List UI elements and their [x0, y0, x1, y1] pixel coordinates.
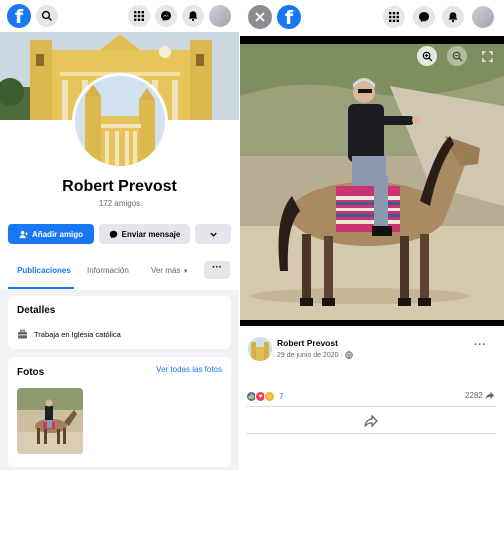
zoom-in-icon: [422, 51, 432, 61]
fullscreen-button[interactable]: [477, 46, 497, 66]
share-arrow-icon: [485, 391, 494, 400]
tabs-overflow-button[interactable]: ···: [204, 261, 230, 279]
details-card: Detalles Trabaja en Iglesia católica: [8, 296, 231, 349]
profile-tabs: Publicaciones Información Ver más ▼ ···: [0, 260, 239, 290]
post-date-text: 29 de junio de 2020 ·: [277, 351, 343, 359]
notifications-button[interactable]: [442, 6, 464, 28]
chevron-down-icon: [209, 232, 217, 237]
fullscreen-icon: [481, 50, 493, 62]
messenger-icon: [161, 11, 171, 21]
notifications-bell-icon: [448, 12, 458, 23]
post-options-button[interactable]: ···: [474, 339, 487, 351]
details-title: Detalles: [17, 305, 56, 316]
poster-avatar-image: [248, 337, 272, 361]
send-message-button[interactable]: Enviar mensaje: [99, 224, 190, 244]
close-icon: [255, 12, 265, 22]
photos-card: Fotos Ver todas las fotos: [8, 357, 231, 467]
poster-avatar[interactable]: [248, 337, 272, 361]
photos-title: Fotos: [17, 367, 45, 378]
profile-picture-image: [75, 76, 165, 166]
search-icon: [41, 10, 52, 21]
tab-info[interactable]: Información: [87, 266, 129, 275]
care-reaction-icon: ☺: [264, 391, 275, 402]
screenshot-stage: f Robert Prevost 172 amigos Añadir amigo…: [0, 0, 504, 535]
poster-name[interactable]: Robert Prevost: [277, 338, 338, 348]
tab-more-label: Ver más: [151, 266, 181, 275]
profile-page: f Robert Prevost 172 amigos Añadir amigo…: [0, 0, 239, 470]
menu-grid-icon: [389, 12, 399, 22]
friends-count[interactable]: 172 amigos: [0, 199, 239, 208]
work-detail: Trabaja en Iglesia católica: [17, 329, 121, 340]
menu-button[interactable]: [128, 5, 150, 27]
profile-picture[interactable]: [72, 73, 168, 169]
see-all-photos-link[interactable]: Ver todas las fotos: [156, 365, 222, 374]
globe-icon: [345, 351, 353, 359]
profile-name: Robert Prevost: [62, 178, 177, 195]
share-count-text: 2282: [465, 391, 483, 400]
top-bar: f: [0, 0, 239, 32]
zoom-out-icon: [452, 51, 462, 61]
tab-more[interactable]: Ver más ▼: [151, 266, 189, 275]
notifications-bell-icon: [188, 11, 198, 22]
account-avatar[interactable]: [472, 6, 494, 28]
facebook-logo-letter: f: [284, 7, 294, 29]
messenger-button[interactable]: [155, 5, 177, 27]
tab-posts[interactable]: Publicaciones: [17, 266, 71, 275]
more-actions-button[interactable]: [195, 224, 231, 244]
zoom-in-button[interactable]: [417, 46, 437, 66]
facebook-logo[interactable]: f: [277, 5, 301, 29]
reaction-count: 7: [279, 392, 284, 401]
briefcase-icon: [18, 329, 27, 339]
messenger-icon: [109, 230, 117, 238]
work-detail-text: Trabaja en Iglesia católica: [34, 330, 121, 339]
horse-rider-thumbnail-image: [17, 388, 83, 454]
account-avatar[interactable]: [209, 5, 231, 27]
post-date[interactable]: 29 de junio de 2020 ·: [277, 351, 353, 359]
caret-down-icon: ▼: [182, 269, 189, 275]
photo-display[interactable]: [240, 36, 504, 326]
reactions-summary[interactable]: 👍 ♥ ☺ 7: [246, 391, 283, 402]
facebook-logo-letter: f: [14, 6, 24, 28]
add-friend-button[interactable]: Añadir amigo: [8, 224, 94, 244]
share-button[interactable]: [363, 413, 379, 429]
photo-viewer: f Robert Prevost 29 de junio de 2020 · ·…: [240, 0, 504, 470]
messenger-icon: [419, 12, 429, 22]
share-count[interactable]: 2282: [465, 391, 494, 400]
photo-thumbnail[interactable]: [17, 388, 83, 454]
menu-grid-icon: [134, 11, 144, 21]
horse-rider-photo: [240, 36, 504, 326]
messenger-button[interactable]: [413, 6, 435, 28]
viewer-top-bar: f: [240, 0, 504, 34]
close-viewer-button[interactable]: [248, 5, 272, 29]
active-tab-indicator: [8, 287, 74, 289]
post-divider-top: [246, 406, 496, 407]
send-message-label: Enviar mensaje: [121, 229, 181, 239]
zoom-out-button[interactable]: [447, 46, 467, 66]
search-button[interactable]: [36, 5, 58, 27]
add-friend-icon: [19, 230, 28, 238]
add-friend-label: Añadir amigo: [31, 229, 84, 239]
menu-button[interactable]: [383, 6, 405, 28]
post-divider-bottom: [246, 433, 496, 434]
facebook-logo[interactable]: f: [7, 4, 31, 28]
notifications-button[interactable]: [182, 5, 204, 27]
